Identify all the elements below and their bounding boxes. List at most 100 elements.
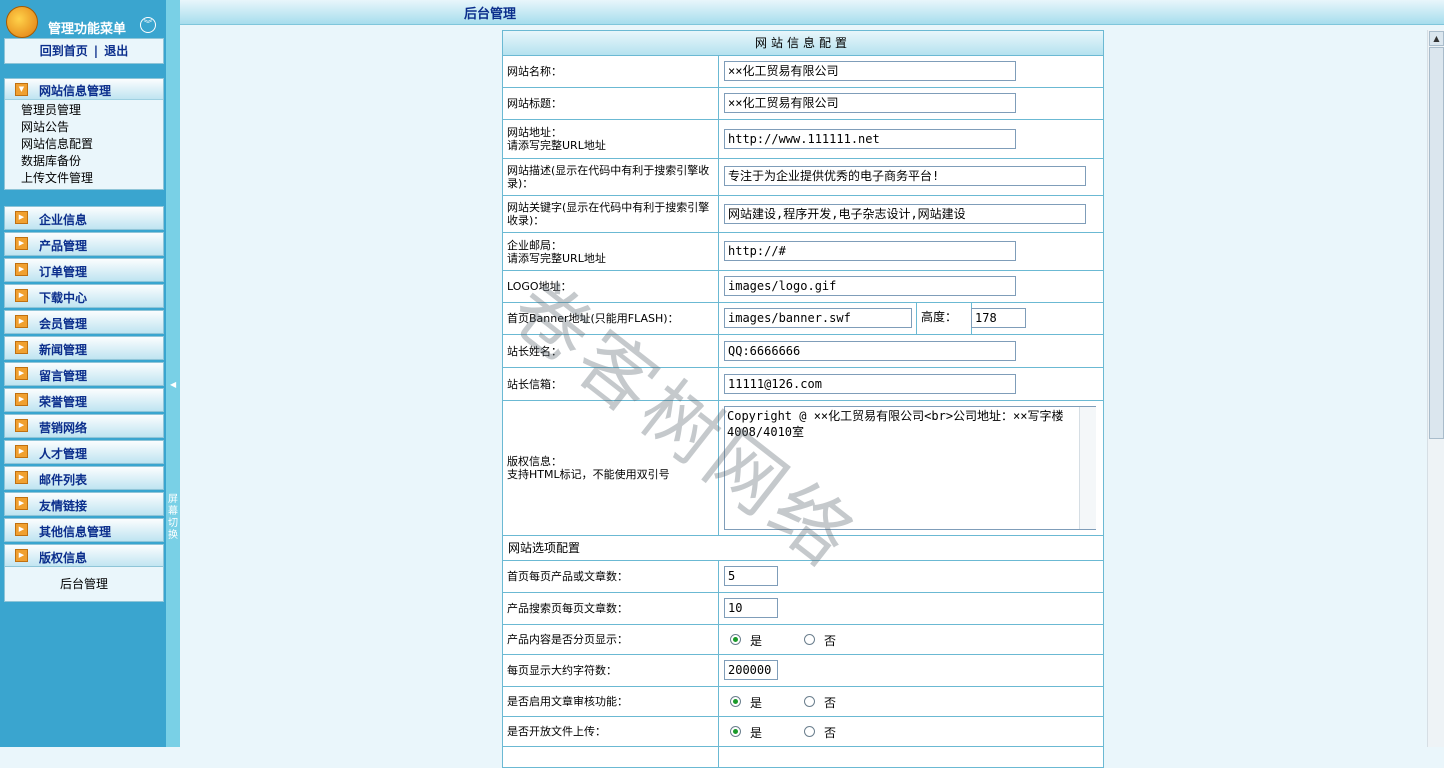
page-scrollbar[interactable]: ▲: [1427, 30, 1444, 747]
sidebar-footer: 后台管理: [4, 566, 164, 602]
menu-item-talent[interactable]: ▶ 人才管理: [4, 440, 164, 464]
menu-item-products[interactable]: ▶ 产品管理: [4, 232, 164, 256]
form-title: 网站信息配置: [503, 31, 1103, 56]
paged-yes-label: 是: [750, 634, 763, 648]
chars-per-page-input[interactable]: 200000: [724, 660, 778, 680]
row-partial: [503, 747, 1103, 767]
row-paged: 产品内容是否分页显示： 是 否: [503, 625, 1103, 655]
upload-no-label: 否: [824, 726, 837, 740]
sidebar-item-admins[interactable]: 管理员管理: [21, 102, 163, 119]
chevron-right-icon: ▶: [15, 471, 28, 484]
row-banner: 首页Banner地址(只能用FLASH)： images/banner.swf …: [503, 303, 1103, 335]
menu-item-messages[interactable]: ▶ 留言管理: [4, 362, 164, 386]
search-per-page-label: 产品搜索页每页文章数：: [503, 593, 719, 624]
menu-item-mail-list[interactable]: ▶ 邮件列表: [4, 466, 164, 490]
sidebar-item-notice[interactable]: 网站公告: [21, 119, 163, 136]
paged-yes-radio[interactable]: [730, 634, 741, 645]
audit-no-radio[interactable]: [804, 696, 815, 707]
menu-item-downloads[interactable]: ▶ 下载中心: [4, 284, 164, 308]
home-link[interactable]: 回到首页: [40, 44, 88, 58]
chevron-right-icon: ▶: [15, 549, 28, 562]
row-copyright: 版权信息： 支持HTML标记，不能使用双引号: [503, 401, 1103, 536]
menu-item-news[interactable]: ▶ 新闻管理: [4, 336, 164, 360]
chevron-right-icon: ▶: [15, 445, 28, 458]
paged-no-radio[interactable]: [804, 634, 815, 645]
site-title-input[interactable]: ××化工贸易有限公司: [724, 93, 1016, 113]
menu-item-company[interactable]: ▶ 企业信息: [4, 206, 164, 230]
options-section-title: 网站选项配置: [503, 536, 1103, 561]
scroll-thumb[interactable]: [1429, 47, 1444, 439]
sidebar-item-site-config[interactable]: 网站信息配置: [21, 136, 163, 153]
menu-item-label: 人才管理: [39, 447, 88, 461]
link-separator: |: [93, 44, 99, 58]
audit-no-label: 否: [824, 696, 837, 710]
partial-label: [503, 747, 719, 767]
banner-height-label: 高度：: [916, 303, 972, 334]
chevron-right-icon: ▶: [15, 523, 28, 536]
row-owner-name: 站长姓名： QQ:6666666: [503, 335, 1103, 368]
site-title-label: 网站标题：: [503, 88, 719, 119]
menu-item-label: 邮件列表: [39, 473, 88, 487]
menu-item-label: 友情链接: [39, 499, 88, 513]
sidebar-item-uploads[interactable]: 上传文件管理: [21, 170, 163, 187]
site-url-label-line2: 请添写完整URL地址: [507, 139, 606, 152]
menu-item-members[interactable]: ▶ 会员管理: [4, 310, 164, 334]
row-upload: 是否开放文件上传： 是 否: [503, 717, 1103, 747]
menu-item-links[interactable]: ▶ 友情链接: [4, 492, 164, 516]
logout-link[interactable]: 退出: [104, 44, 128, 58]
logo-input[interactable]: images/logo.gif: [724, 276, 1016, 296]
site-url-label-line1: 网站地址：: [507, 126, 562, 139]
site-info-panel: ▼ 网站信息管理 管理员管理 网站公告 网站信息配置 数据库备份 上传文件管理: [4, 78, 164, 190]
copyright-textarea[interactable]: [724, 406, 1096, 530]
audit-label: 是否启用文章审核功能：: [503, 687, 719, 716]
collapse-icon[interactable]: ︾: [140, 17, 156, 33]
paged-label: 产品内容是否分页显示：: [503, 625, 719, 654]
menu-item-label: 产品管理: [39, 239, 88, 253]
upload-yes-label: 是: [750, 726, 763, 740]
keywords-label: 网站关键字(显示在代码中有利于搜索引擎收录)：: [503, 196, 719, 232]
site-url-input[interactable]: http://www.111111.net: [724, 129, 1016, 149]
collapse-left-icon[interactable]: ◀: [170, 380, 176, 389]
menu-item-other[interactable]: ▶ 其他信息管理: [4, 518, 164, 542]
row-search-per-page: 产品搜索页每页文章数： 10: [503, 593, 1103, 625]
site-name-input[interactable]: ××化工贸易有限公司: [724, 61, 1016, 81]
banner-input[interactable]: images/banner.swf: [724, 308, 912, 328]
menu-item-network[interactable]: ▶ 营销网络: [4, 414, 164, 438]
row-site-name: 网站名称： ××化工贸易有限公司: [503, 56, 1103, 88]
site-info-panel-header[interactable]: ▼ 网站信息管理: [5, 79, 163, 100]
copyright-label-line2: 支持HTML标记，不能使用双引号: [507, 468, 670, 481]
search-per-page-input[interactable]: 10: [724, 598, 778, 618]
screen-toggle-splitter[interactable]: ◀ 屏幕切换: [166, 0, 180, 747]
scroll-up-icon[interactable]: ▲: [1429, 31, 1444, 46]
chevron-right-icon: ▶: [15, 315, 28, 328]
email-input[interactable]: http://#: [724, 241, 1016, 261]
menu-item-orders[interactable]: ▶ 订单管理: [4, 258, 164, 282]
row-logo: LOGO地址： images/logo.gif: [503, 271, 1103, 303]
audit-yes-radio[interactable]: [730, 696, 741, 707]
owner-mail-input[interactable]: 11111@126.com: [724, 374, 1016, 394]
chevron-right-icon: ▶: [15, 211, 28, 224]
upload-label: 是否开放文件上传：: [503, 717, 719, 746]
chars-per-page-label: 每页显示大约字符数：: [503, 655, 719, 686]
row-description: 网站描述(显示在代码中有利于搜索引擎收录)： 专注于为企业提供优秀的电子商务平台…: [503, 159, 1103, 196]
paged-no-label: 否: [824, 634, 837, 648]
menu-item-honors[interactable]: ▶ 荣誉管理: [4, 388, 164, 412]
upload-yes-radio[interactable]: [730, 726, 741, 737]
page-title: 后台管理: [464, 7, 517, 22]
upload-no-radio[interactable]: [804, 726, 815, 737]
owner-name-input[interactable]: QQ:6666666: [724, 341, 1016, 361]
menu-item-label: 留言管理: [39, 369, 88, 383]
banner-height-input[interactable]: 178: [971, 308, 1026, 328]
textarea-scrollbar[interactable]: [1079, 407, 1096, 529]
row-site-title: 网站标题： ××化工贸易有限公司: [503, 88, 1103, 120]
copyright-label-line1: 版权信息：: [507, 455, 562, 468]
menu-item-copyright[interactable]: ▶ 版权信息: [4, 544, 164, 568]
menu-title: 管理功能菜单: [48, 22, 127, 37]
keywords-input[interactable]: 网站建设,程序开发,电子杂志设计,网站建设: [724, 204, 1086, 224]
description-input[interactable]: 专注于为企业提供优秀的电子商务平台!: [724, 166, 1086, 186]
logo-icon: [6, 6, 38, 38]
menu-item-label: 会员管理: [39, 317, 88, 331]
row-audit: 是否启用文章审核功能： 是 否: [503, 687, 1103, 717]
per-page-input[interactable]: 5: [724, 566, 778, 586]
sidebar-item-db-backup[interactable]: 数据库备份: [21, 153, 163, 170]
